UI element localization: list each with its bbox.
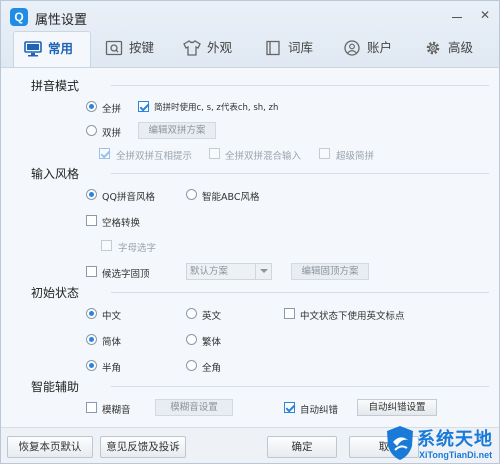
checkbox-qp-sp-mixed[interactable] [209,148,220,159]
window-title: 属性设置 [35,13,88,28]
radio-abc-style-label: 智能ABC风格 [202,192,260,203]
radio-shuangpin-label: 双拼 [102,128,122,139]
radio-qq-style-label: QQ拼音风格 [102,192,155,203]
checkbox-qp-sp-hint[interactable] [99,148,110,159]
section-title-pinyin-mode: 拼音模式 [31,79,80,93]
radio-quanpin-label: 全拼 [102,104,122,115]
radio-fullwidth-label: 全角 [202,363,222,374]
feedback-button[interactable]: 意见反馈及投诉 [100,436,186,458]
radio-fullwidth[interactable] [186,360,197,371]
radio-simplified-label: 简体 [102,337,122,348]
close-button[interactable] [477,7,493,23]
checkbox-qp-sp-hint-label: 全拼双拼互相提示 [116,151,193,162]
tab-bar: 常用 按键 外观 词库 账户 高级 [1,31,499,67]
keyboard-key-icon [105,40,123,56]
tab-advanced[interactable]: 高级 [424,31,486,65]
fixed-scheme-select[interactable]: 默认方案 [186,263,272,280]
tab-appearance[interactable]: 外观 [183,31,243,65]
tab-label: 账户 [367,40,393,55]
fixed-scheme-value: 默认方案 [190,266,229,277]
radio-chinese-label: 中文 [102,311,122,322]
section-title-initial-state: 初始状态 [31,286,80,300]
radio-halfwidth-label: 半角 [102,363,122,374]
watermark-title: 系统天地 [417,429,493,450]
checkbox-cn-en-punct-label: 中文状态下使用英文标点 [300,311,405,322]
section-divider [111,386,489,387]
tab-label: 按键 [129,40,155,55]
ok-button[interactable]: 确定 [267,436,337,458]
user-icon [344,40,360,56]
checkbox-space-convert-label: 空格转换 [102,218,141,229]
minimize-button[interactable] [449,7,465,23]
tab-dictionary[interactable]: 词库 [264,31,324,65]
checkbox-space-convert[interactable] [86,215,97,226]
site-watermark: 系统天地 XiTongTianDi.net [385,423,499,463]
checkbox-super-jianpin[interactable] [319,148,330,159]
watermark-url: XiTongTianDi.net [419,450,493,460]
radio-traditional-label: 繁体 [202,337,222,348]
edit-fixed-scheme-button[interactable]: 编辑固顶方案 [291,263,369,280]
tshirt-icon [183,40,201,56]
section-title-smart-assist: 智能辅助 [31,380,80,394]
title-bar: Q 属性设置 [1,1,499,33]
edit-shuangpin-button[interactable]: 编辑双拼方案 [138,122,216,139]
radio-halfwidth[interactable] [86,360,97,371]
tab-label: 高级 [448,40,474,55]
gear-icon [426,41,440,55]
restore-defaults-button[interactable]: 恢复本页默认 [7,436,93,458]
radio-traditional[interactable] [186,334,197,345]
radio-simplified[interactable] [86,334,97,345]
section-title-input-style: 输入风格 [31,167,80,181]
radio-qq-style[interactable] [86,189,97,200]
checkbox-auto-correct[interactable] [284,402,295,413]
tab-label: 外观 [207,40,233,55]
tab-common[interactable]: 常用 [13,31,91,67]
checkbox-super-jianpin-label: 超级简拼 [336,151,375,162]
checkbox-letter-select-label: 字母选字 [118,243,157,254]
section-divider [111,173,489,174]
section-divider [111,292,489,293]
radio-english-label: 英文 [202,311,222,322]
radio-chinese[interactable] [86,308,97,319]
radio-english[interactable] [186,308,197,319]
app-logo: Q [10,8,28,26]
tab-account[interactable]: 账户 [343,31,403,65]
fuzzy-settings-button[interactable]: 模糊音设置 [155,399,233,416]
tab-label: 词库 [288,40,314,55]
checkbox-cn-en-punct[interactable] [284,308,295,319]
book-icon [266,40,280,56]
chevron-down-icon [255,264,271,279]
radio-abc-style[interactable] [186,189,197,200]
section-divider [111,85,489,86]
checkbox-jianpin[interactable] [138,101,149,112]
tab-label: 常用 [48,41,74,56]
checkbox-auto-correct-label: 自动纠错 [300,405,339,416]
auto-correct-settings-button[interactable]: 自动纠错设置 [357,399,437,416]
checkbox-qp-sp-mixed-label: 全拼双拼混合输入 [225,151,302,162]
checkbox-fixed-candidate-label: 候选字固顶 [102,269,150,280]
checkbox-fixed-candidate[interactable] [86,266,97,277]
checkbox-letter-select[interactable] [101,240,112,251]
radio-shuangpin[interactable] [86,125,97,136]
checkbox-fuzzy-label: 模糊音 [102,405,131,416]
settings-panel: 拼音模式 全拼 简拼时使用c, s, z代表ch, sh, zh 双拼 编辑双拼… [1,67,499,427]
checkbox-fuzzy[interactable] [86,402,97,413]
monitor-icon [24,41,42,57]
checkbox-jianpin-label: 简拼时使用c, s, z代表ch, sh, zh [154,103,279,113]
tab-keys[interactable]: 按键 [105,31,165,65]
radio-quanpin[interactable] [86,101,97,112]
properties-window: Q 属性设置 常用 按键 外观 [0,0,500,464]
shield-logo-icon [387,426,413,460]
